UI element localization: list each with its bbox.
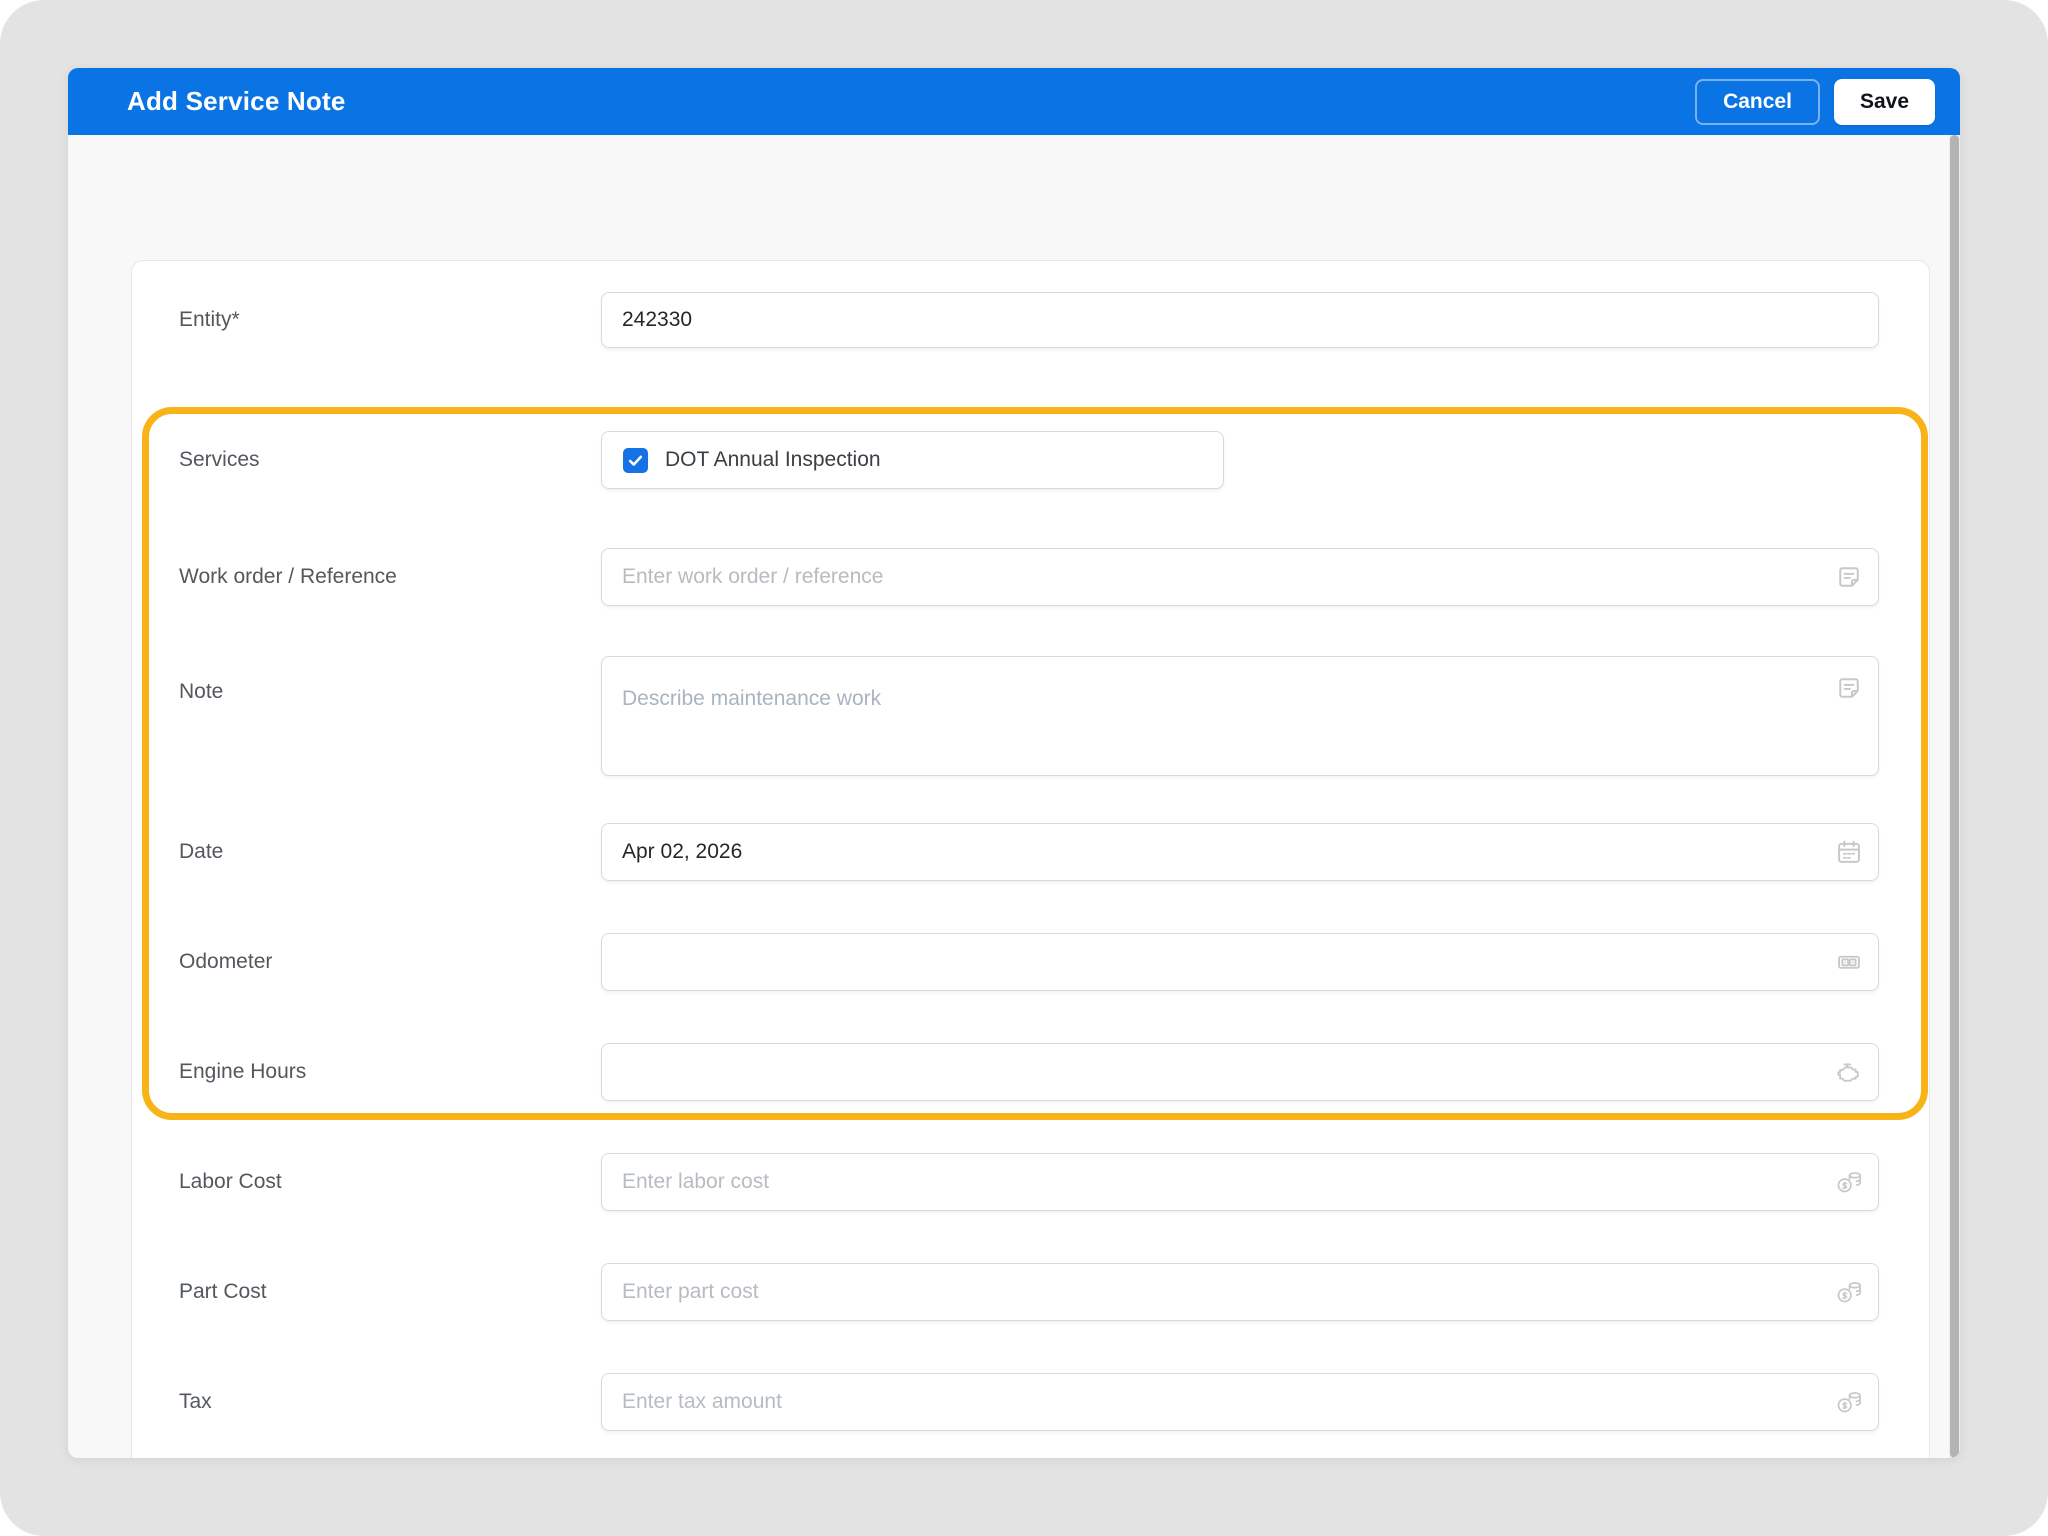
scrollbar-track[interactable] bbox=[1949, 135, 1960, 1458]
services-option-label: DOT Annual Inspection bbox=[665, 448, 881, 472]
entity-field[interactable] bbox=[601, 292, 1879, 348]
engine-hours-field[interactable] bbox=[601, 1043, 1879, 1101]
money-icon bbox=[1835, 1278, 1863, 1306]
services-row: Services DOT Annual Inspection bbox=[132, 431, 1929, 489]
date-field[interactable] bbox=[601, 823, 1879, 881]
date-label: Date bbox=[179, 840, 223, 864]
money-icon bbox=[1835, 1388, 1863, 1416]
modal-header: Add Service Note Cancel Save bbox=[68, 68, 1960, 135]
note-icon bbox=[1835, 563, 1863, 591]
note-row: Note bbox=[132, 656, 1929, 776]
entity-label: Entity* bbox=[179, 308, 240, 332]
services-label: Services bbox=[179, 448, 260, 472]
odometer-label: Odometer bbox=[179, 950, 272, 974]
modal-body: Entity* Services DOT Annual Inspection bbox=[68, 135, 1960, 1458]
form-card: Entity* Services DOT Annual Inspection bbox=[131, 260, 1930, 1458]
date-row: Date bbox=[132, 823, 1929, 881]
labor-cost-label: Labor Cost bbox=[179, 1170, 282, 1194]
note-label: Note bbox=[179, 680, 223, 704]
note-field[interactable] bbox=[601, 656, 1879, 776]
scrollbar-thumb[interactable] bbox=[1950, 135, 1959, 1458]
money-icon bbox=[1835, 1168, 1863, 1196]
tax-label: Tax bbox=[179, 1390, 212, 1414]
calendar-icon bbox=[1835, 838, 1863, 866]
add-service-note-modal: Add Service Note Cancel Save Entity* bbox=[68, 68, 1960, 1458]
part-cost-row: Part Cost bbox=[132, 1263, 1929, 1321]
tax-field[interactable] bbox=[601, 1373, 1879, 1431]
engine-hours-row: Engine Hours bbox=[132, 1043, 1929, 1101]
cancel-button[interactable]: Cancel bbox=[1695, 79, 1820, 125]
work-order-field[interactable] bbox=[601, 548, 1879, 606]
services-option[interactable]: DOT Annual Inspection bbox=[601, 431, 1224, 489]
part-cost-label: Part Cost bbox=[179, 1280, 267, 1304]
header-actions: Cancel Save bbox=[1695, 68, 1935, 135]
odometer-field[interactable] bbox=[601, 933, 1879, 991]
page-title: Add Service Note bbox=[127, 86, 346, 117]
labor-cost-row: Labor Cost bbox=[132, 1153, 1929, 1211]
labor-cost-field[interactable] bbox=[601, 1153, 1879, 1211]
part-cost-field[interactable] bbox=[601, 1263, 1879, 1321]
engine-hours-label: Engine Hours bbox=[179, 1060, 306, 1084]
engine-icon bbox=[1835, 1058, 1863, 1086]
odometer-icon bbox=[1835, 948, 1863, 976]
save-button[interactable]: Save bbox=[1834, 79, 1935, 125]
screen-background: Add Service Note Cancel Save Entity* bbox=[0, 0, 2048, 1536]
entity-row: Entity* bbox=[132, 292, 1929, 348]
checkbox-checked-icon[interactable] bbox=[623, 448, 648, 473]
note-icon bbox=[1835, 674, 1863, 702]
work-order-row: Work order / Reference bbox=[132, 548, 1929, 606]
tax-row: Tax bbox=[132, 1373, 1929, 1431]
odometer-row: Odometer bbox=[132, 933, 1929, 991]
work-order-label: Work order / Reference bbox=[179, 565, 397, 589]
